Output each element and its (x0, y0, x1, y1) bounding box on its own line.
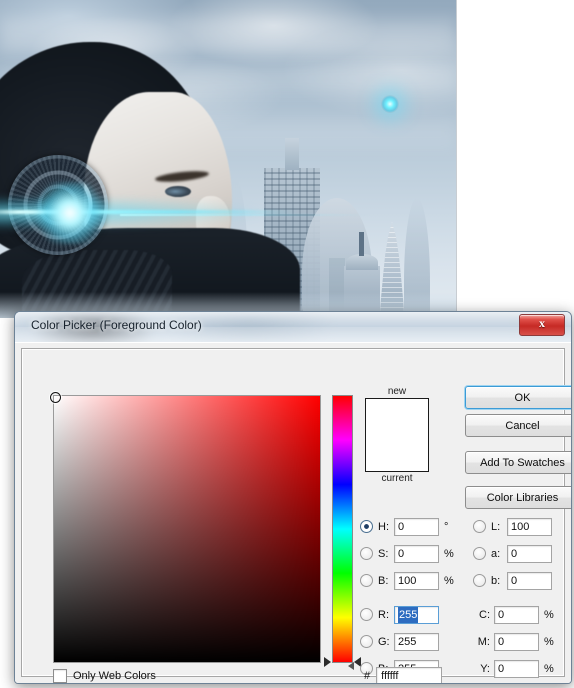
input-y[interactable]: 0 (494, 659, 539, 678)
only-web-colors-checkbox[interactable]: Only Web Colors (53, 669, 156, 683)
label-h: H: (378, 520, 389, 533)
radio-lab-l[interactable] (473, 520, 486, 533)
field-row-lab-l: L: 100 (473, 517, 552, 536)
eye-beam-flare (30, 182, 110, 244)
saturation-brightness-field[interactable] (50, 392, 321, 663)
unit-h: ° (444, 520, 449, 533)
field-row-r: R: 255 (360, 605, 439, 624)
input-brightness[interactable]: 100 (394, 571, 439, 590)
input-r-value: 255 (398, 606, 419, 623)
field-row-g: G: 255 (360, 632, 439, 651)
input-g[interactable]: 255 (394, 632, 439, 651)
radio-g[interactable] (360, 635, 373, 648)
hue-slider-handle-left[interactable] (324, 657, 331, 667)
ok-button[interactable]: OK (465, 386, 571, 409)
label-lab-l: L: (491, 520, 501, 533)
radio-lab-a[interactable] (473, 547, 486, 560)
add-to-swatches-button[interactable]: Add To Swatches (465, 451, 571, 474)
label-s: S: (378, 547, 389, 560)
hex-field-row: # ffffff (360, 667, 443, 683)
input-h[interactable]: 0 (394, 517, 439, 536)
unit-s: % (444, 547, 454, 560)
field-row-m: M: 0 % (473, 632, 554, 651)
input-lab-l[interactable]: 100 (507, 517, 552, 536)
input-r[interactable]: 255 (394, 605, 439, 624)
field-row-c: C: 0 % (473, 605, 554, 624)
dialog-body: Only Web Colors new current OK Cancel Ad… (15, 342, 571, 683)
input-lab-a[interactable]: 0 (507, 544, 552, 563)
radio-brightness[interactable] (360, 574, 373, 587)
color-preview-group: new current (365, 385, 429, 485)
glowing-orb (381, 95, 399, 113)
unit-c: % (544, 608, 554, 621)
only-web-colors-label: Only Web Colors (73, 670, 156, 682)
radio-s[interactable] (360, 547, 373, 560)
dialog-title-bar[interactable]: Color Picker (Foreground Color) x (15, 312, 571, 343)
canvas-right-edge (456, 0, 457, 318)
label-lab-a: a: (491, 547, 501, 560)
field-row-b-brightness: B: 100 % (360, 571, 454, 590)
input-c[interactable]: 0 (494, 605, 539, 624)
field-row-y: Y: 0 % (473, 659, 554, 678)
input-s[interactable]: 0 (394, 544, 439, 563)
hex-symbol: # (364, 670, 371, 682)
label-y: Y: (480, 662, 490, 675)
unit-y: % (544, 662, 554, 675)
collapse-arrow-icon[interactable] (348, 662, 354, 670)
preview-current-label: current (381, 473, 413, 484)
close-button[interactable]: x (519, 314, 565, 336)
input-lab-b[interactable]: 0 (507, 571, 552, 590)
hex-input[interactable]: ffffff (376, 667, 443, 683)
dialog-title: Color Picker (Foreground Color) (31, 318, 202, 332)
radio-lab-b[interactable] (473, 574, 486, 587)
close-icon: x (539, 316, 545, 330)
label-lab-b: b: (491, 574, 501, 587)
cancel-button[interactable]: Cancel (465, 414, 571, 437)
input-m[interactable]: 0 (494, 632, 539, 651)
label-g: G: (378, 635, 390, 648)
radio-h[interactable] (360, 520, 373, 533)
field-row-lab-a: a: 0 (473, 544, 552, 563)
color-field-marker[interactable] (50, 392, 61, 403)
label-r: R: (378, 608, 389, 621)
color-picker-dialog: Color Picker (Foreground Color) x Only W… (14, 311, 572, 684)
field-row-lab-b: b: 0 (473, 571, 552, 590)
radio-r[interactable] (360, 608, 373, 621)
checkbox-box[interactable] (53, 669, 67, 683)
eye-beam-thin (120, 214, 370, 216)
photoshop-canvas-image (0, 0, 456, 318)
label-brightness: B: (378, 574, 389, 587)
label-c: C: (479, 608, 490, 621)
field-row-h: H: 0 ° (360, 517, 448, 536)
label-m: M: (477, 635, 490, 648)
dialog-inner-panel: Only Web Colors new current OK Cancel Ad… (21, 348, 571, 683)
unit-m: % (544, 635, 554, 648)
field-row-s: S: 0 % (360, 544, 454, 563)
color-preview-swatch[interactable] (365, 398, 429, 472)
color-libraries-button[interactable]: Color Libraries (465, 486, 571, 509)
unit-brightness: % (444, 574, 454, 587)
preview-new-label: new (387, 386, 407, 397)
hue-slider[interactable] (324, 395, 361, 667)
